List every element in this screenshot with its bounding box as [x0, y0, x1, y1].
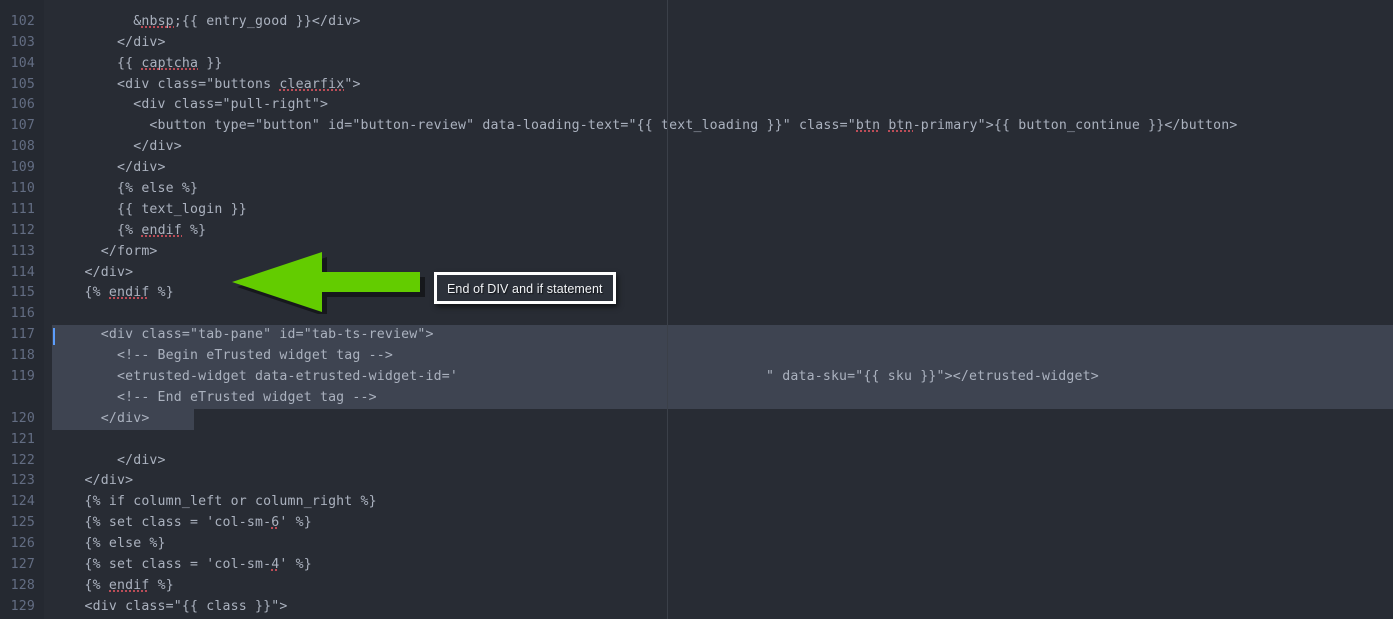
text-caret [53, 328, 55, 346]
annotation-callout-text: End of DIV and if statement [447, 282, 603, 296]
code-line-text: {{ captcha }} [52, 55, 223, 71]
code-line-text: </div> [52, 139, 182, 155]
code-line[interactable]: {{ captcha }} [44, 54, 1393, 75]
code-line[interactable]: {% if column_left or column_right %} [44, 492, 1393, 513]
code-line[interactable]: <!-- End eTrusted widget tag --> [44, 387, 1393, 409]
code-line-text: {{ text_login }} [52, 201, 247, 217]
code-line-text: {% endif %} [52, 222, 207, 238]
code-line[interactable]: {% endif %} [44, 221, 1393, 242]
line-number [0, 0, 44, 12]
code-line[interactable]: {% else %} [44, 179, 1393, 200]
code-line[interactable]: </div> [44, 451, 1393, 472]
line-number-list: 102 103 104 105 106 107 108 109 110 111 112 113 114 1… [0, 0, 44, 619]
code-line-text: {% set class = 'col-sm-6' %} [52, 515, 312, 531]
code-line[interactable]: {% else %} [44, 534, 1393, 555]
code-line[interactable]: <div class="{{ class }}"> [44, 597, 1393, 618]
line-number: 123 [10, 473, 35, 489]
code-line[interactable]: <!-- Begin eTrusted widget tag --> [44, 346, 1393, 368]
line-number: 102 [10, 13, 35, 29]
code-line-text: <div class="buttons clearfix"> [52, 76, 361, 92]
code-line-text: <div class="pull-right"> [52, 97, 329, 113]
line-number: 111 [10, 201, 35, 217]
code-line[interactable]: {{ text_login }} [44, 200, 1393, 221]
code-line-text: </div> [52, 452, 166, 468]
line-number: 129 [10, 598, 35, 614]
code-line-text: {% endif %} [52, 285, 174, 301]
code-line-text: </div> [52, 473, 134, 489]
line-number-gutter: 102 103 104 105 106 107 108 109 110 111 112 113 114 1… [0, 0, 44, 619]
code-line[interactable]: <div class="pull-right"> [44, 95, 1393, 116]
code-line[interactable]: {% endif %} [44, 576, 1393, 597]
code-line[interactable] [44, 430, 1393, 451]
code-line-text-tail: " data-sku="{{ sku }}"></etrusted-widget… [765, 369, 1099, 385]
line-number: 104 [10, 55, 35, 71]
code-line[interactable]: </div> [44, 33, 1393, 54]
code-line[interactable]: </div> [44, 408, 1393, 430]
line-number: 107 [10, 118, 35, 134]
line-number: 108 [10, 139, 35, 155]
line-number: 128 [10, 577, 35, 593]
code-editor-screenshot: 102 103 104 105 106 107 108 109 110 111 112 113 114 1… [0, 0, 1393, 619]
line-number: 113 [10, 243, 35, 259]
code-line-text: {% else %} [52, 536, 166, 552]
code-line[interactable]: </div> [44, 137, 1393, 158]
code-line-text: <button type="button" id="button-review"… [52, 118, 1238, 134]
line-number: 124 [10, 494, 35, 510]
line-number: 117 [10, 327, 35, 343]
line-number: 112 [10, 222, 35, 238]
annotation-callout-box: End of DIV and if statement [434, 272, 616, 304]
code-line[interactable]: {% set class = 'col-sm-4' %} [44, 555, 1393, 576]
line-number: 109 [10, 160, 35, 176]
code-line-text: <!-- Begin eTrusted widget tag --> [52, 348, 394, 364]
code-line[interactable]: <div class="tab-pane" id="tab-ts-review"… [44, 325, 1393, 347]
line-number [0, 388, 44, 409]
code-line-text: </div> [52, 34, 166, 50]
code-line-text: {% else %} [52, 181, 199, 197]
line-number: 127 [10, 557, 35, 573]
line-number: 116 [10, 306, 35, 322]
line-number: 119 [10, 369, 35, 385]
code-line-text: <!-- End eTrusted widget tag --> [52, 389, 377, 405]
code-line[interactable]: <div class="buttons clearfix"> [44, 75, 1393, 96]
code-line-text: </form> [52, 243, 158, 259]
code-line[interactable]: </div> [44, 263, 1393, 284]
code-line[interactable]: <button type="button" id="button-review"… [44, 116, 1393, 137]
code-line[interactable]: &nbsp;{{ entry_good }}</div> [44, 12, 1393, 33]
code-line[interactable] [44, 0, 1393, 12]
redacted-widget-id [458, 369, 766, 382]
line-number: 118 [10, 348, 35, 364]
code-line-text: </div> [52, 160, 166, 176]
code-line-text: <div class="tab-pane" id="tab-ts-review"… [52, 327, 434, 343]
code-line[interactable]: </div> [44, 158, 1393, 179]
code-line-text: {% endif %} [52, 577, 174, 593]
code-line[interactable]: <etrusted-widget data-etrusted-widget-id… [44, 367, 1393, 388]
code-line-text: <etrusted-widget data-etrusted-widget-id… [52, 369, 1099, 385]
code-line-text: <div class="{{ class }}"> [52, 598, 288, 614]
line-number: 125 [10, 515, 35, 531]
line-number: 105 [10, 76, 35, 92]
line-number: 110 [10, 181, 35, 197]
column-ruler-guide [667, 0, 668, 619]
line-number: 120 [10, 410, 35, 426]
line-number: 126 [10, 536, 35, 552]
code-lines: &nbsp;{{ entry_good }}</div> </div> {{ c… [44, 0, 1393, 618]
line-number: 121 [10, 431, 35, 447]
code-line[interactable]: </form> [44, 242, 1393, 263]
code-line[interactable] [44, 304, 1393, 325]
line-number: 115 [10, 285, 35, 301]
code-line[interactable]: </div> [44, 471, 1393, 492]
line-number: 106 [10, 97, 35, 113]
code-line-text: &nbsp;{{ entry_good }}</div> [52, 13, 361, 29]
code-line-text: </div> [52, 264, 134, 280]
line-number: 122 [10, 452, 35, 468]
code-line[interactable]: {% endif %} [44, 283, 1393, 304]
code-line[interactable]: {% set class = 'col-sm-6' %} [44, 513, 1393, 534]
code-line-text: </div> [52, 410, 150, 426]
code-content-area[interactable]: &nbsp;{{ entry_good }}</div> </div> {{ c… [44, 0, 1393, 619]
line-number: 114 [10, 264, 35, 280]
line-number: 103 [10, 34, 35, 50]
code-line-text: {% if column_left or column_right %} [52, 494, 377, 510]
code-line-text: {% set class = 'col-sm-4' %} [52, 557, 312, 573]
